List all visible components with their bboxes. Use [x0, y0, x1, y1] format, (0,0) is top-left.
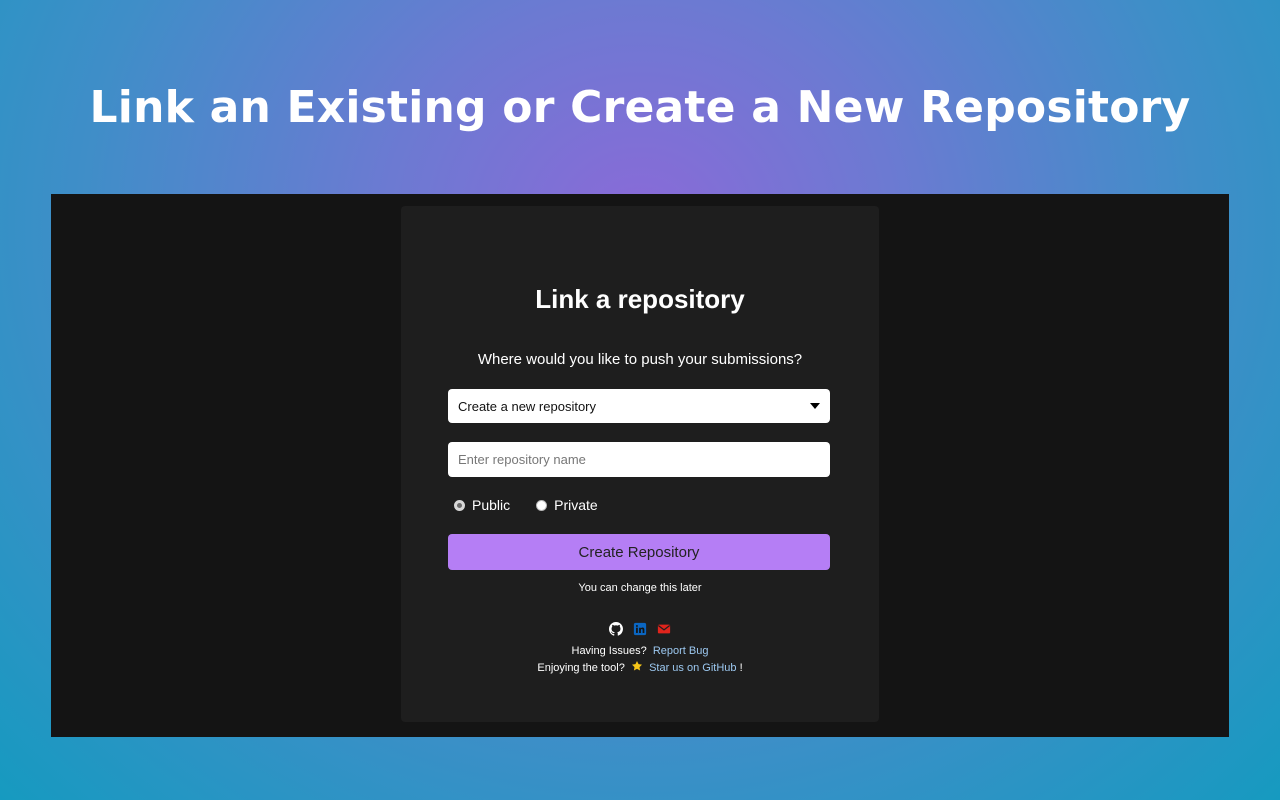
banner-title: Link an Existing or Create a New Reposit…: [89, 82, 1191, 133]
change-later-hint: You can change this later: [578, 582, 702, 594]
issues-text: Having Issues?: [571, 645, 647, 657]
radio-unchecked-icon[interactable]: [536, 499, 548, 511]
social-links: [401, 622, 879, 636]
repository-mode-select[interactable]: Create a new repository: [448, 389, 830, 423]
github-icon[interactable]: [609, 622, 623, 636]
visibility-options: Public Private: [454, 497, 624, 513]
caret-down-icon: [810, 403, 820, 409]
private-radio[interactable]: Private: [536, 497, 598, 513]
enjoy-line: Enjoying the tool? Star us on GitHub !: [401, 660, 879, 674]
report-bug-link[interactable]: Report Bug: [653, 645, 709, 657]
repository-name-input[interactable]: [448, 442, 830, 477]
select-value: Create a new repository: [458, 398, 597, 414]
linkedin-icon[interactable]: [633, 622, 647, 636]
issues-line: Having Issues? Report Bug: [401, 645, 879, 657]
extension-frame: Link a repository Where would you like t…: [51, 194, 1229, 737]
email-icon[interactable]: [657, 622, 671, 636]
enjoy-text: Enjoying the tool?: [537, 662, 625, 674]
radio-checked-icon[interactable]: [454, 499, 465, 511]
create-repository-button[interactable]: Create Repository: [448, 534, 830, 570]
public-radio[interactable]: Public: [454, 497, 510, 513]
star-icon: [631, 661, 642, 671]
link-repository-card: Link a repository Where would you like t…: [401, 206, 879, 722]
exclaim-text: !: [739, 662, 743, 674]
public-label: Public: [472, 497, 511, 513]
card-title: Link a repository: [535, 284, 745, 314]
push-question: Where would you like to push your submis…: [477, 351, 803, 368]
private-label: Private: [554, 497, 598, 513]
star-github-link[interactable]: Star us on GitHub: [649, 662, 736, 674]
